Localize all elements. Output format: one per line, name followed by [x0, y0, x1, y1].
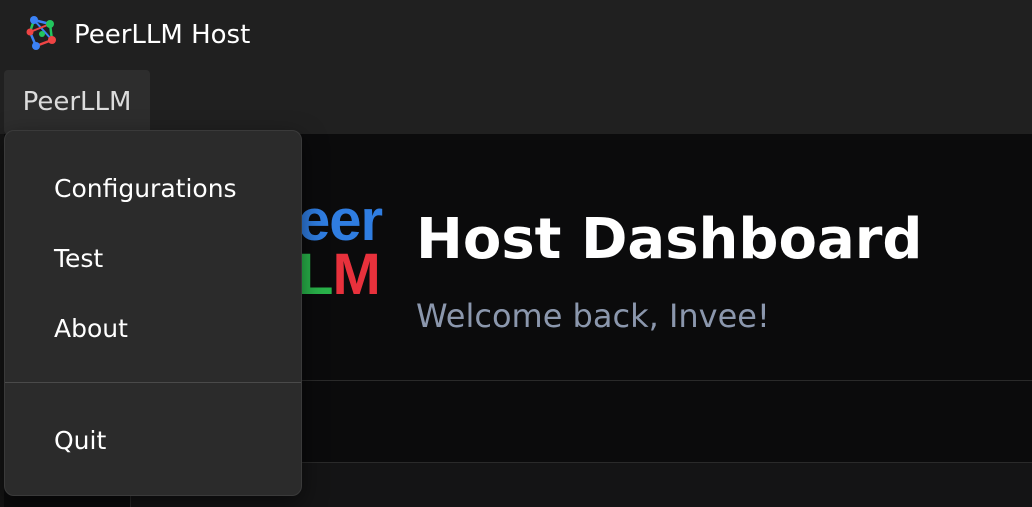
menu-item-configurations[interactable]: Configurations [5, 158, 301, 220]
menu-separator [5, 382, 301, 383]
peerllm-logo: eer LM [298, 188, 383, 304]
title-bar[interactable]: PeerLLM Host [0, 0, 1032, 70]
network-nodes-icon [26, 16, 56, 50]
header-divider [300, 380, 1032, 381]
menu-bar: PeerLLM [0, 70, 1032, 134]
logo-letter-green: L [298, 242, 333, 307]
menu-item-about[interactable]: About [5, 298, 301, 360]
menu-item-test[interactable]: Test [5, 228, 301, 290]
window-title: PeerLLM Host [74, 20, 251, 50]
menu-peerllm[interactable]: PeerLLM [4, 70, 150, 134]
logo-letter-red: M [332, 242, 380, 307]
welcome-message: Welcome back, Invee! [416, 297, 770, 335]
peerllm-dropdown-menu: Configurations Test About Quit [4, 130, 302, 496]
logo-line-2: LM [298, 246, 382, 304]
app-window: PeerLLM Host PeerLLM eer LM Host Dashboa… [0, 0, 1032, 507]
logo-line-1: eer [298, 188, 383, 253]
page-title: Host Dashboard [416, 207, 923, 272]
menu-item-quit[interactable]: Quit [5, 410, 301, 472]
